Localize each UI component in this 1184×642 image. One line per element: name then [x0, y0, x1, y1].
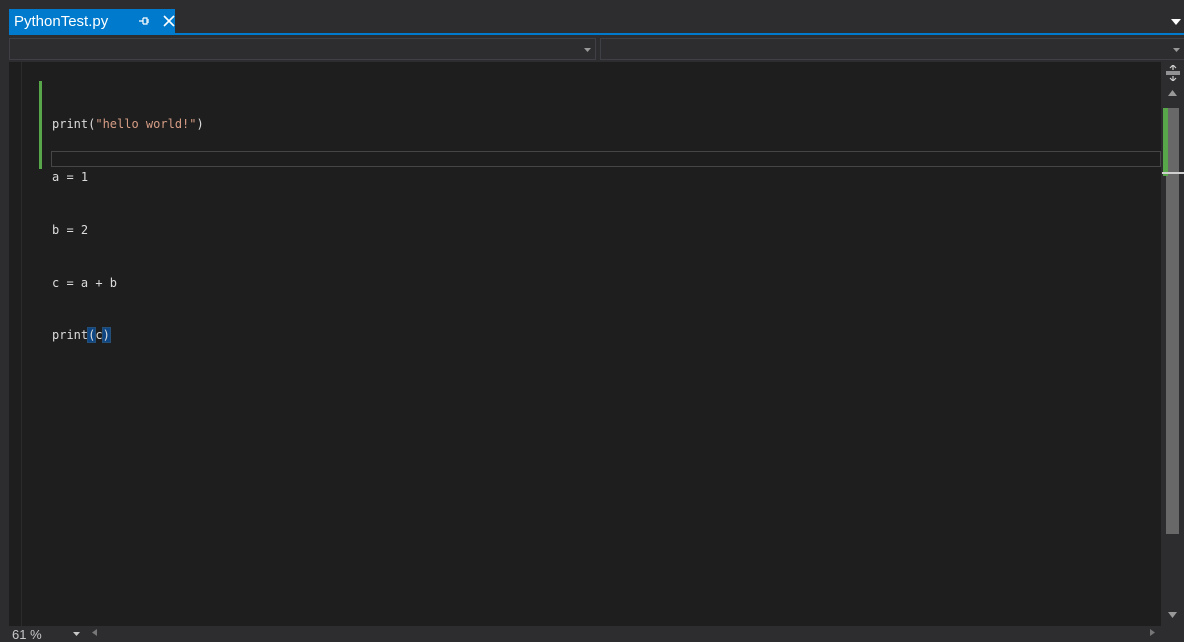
- chevron-down-icon: [584, 48, 591, 52]
- change-tracking-marker: [39, 81, 42, 169]
- document-tab-pythontest[interactable]: PythonTest.py: [9, 9, 175, 33]
- scroll-right-arrow-icon[interactable]: [1150, 629, 1155, 636]
- split-window-icon[interactable]: [1166, 65, 1180, 81]
- gutter-separator: [21, 62, 22, 626]
- code-editor[interactable]: print("hello world!") a = 1 b = 2 c = a …: [9, 62, 1161, 626]
- editor-bottom-bar: 61 %: [0, 626, 1184, 641]
- scroll-up-arrow-icon[interactable]: [1168, 90, 1177, 96]
- members-dropdown[interactable]: [600, 38, 1184, 60]
- navigation-bar: [0, 35, 1184, 62]
- vertical-scrollbar[interactable]: [1161, 62, 1184, 626]
- code-token: print(: [52, 117, 96, 132]
- pin-icon[interactable]: [137, 14, 151, 28]
- code-line-2: a = 1: [52, 169, 89, 184]
- code-token: print: [52, 328, 89, 343]
- scrollbar-change-marker: [1163, 108, 1168, 176]
- code-line-5: print(c): [52, 327, 204, 345]
- zoom-level[interactable]: 61 %: [12, 628, 42, 641]
- code-line-1: print("hello world!"): [52, 116, 204, 134]
- zoom-chevron-down-icon[interactable]: [73, 632, 80, 636]
- document-tab-bar: PythonTest.py: [0, 0, 1184, 36]
- code-line-3: b = 2: [52, 222, 89, 237]
- code-token: c: [95, 328, 103, 343]
- scrollbar-caret-marker: [1162, 172, 1184, 174]
- tab-overflow-chevron-down-icon[interactable]: [1171, 19, 1181, 25]
- current-line-highlight: [51, 151, 1161, 167]
- close-icon[interactable]: [161, 13, 177, 29]
- code-token: ): [196, 117, 204, 132]
- code-string-literal: "hello world!": [95, 117, 197, 132]
- types-dropdown[interactable]: [9, 38, 596, 60]
- tab-title: PythonTest.py: [14, 12, 109, 30]
- code-text[interactable]: print("hello world!") a = 1 b = 2 c = a …: [52, 81, 204, 380]
- scroll-left-arrow-icon[interactable]: [92, 629, 97, 636]
- code-line-4: c = a + b: [52, 275, 118, 290]
- brace-match-close: ): [101, 327, 111, 344]
- chevron-down-icon: [1173, 48, 1180, 52]
- scroll-down-arrow-icon[interactable]: [1168, 612, 1177, 618]
